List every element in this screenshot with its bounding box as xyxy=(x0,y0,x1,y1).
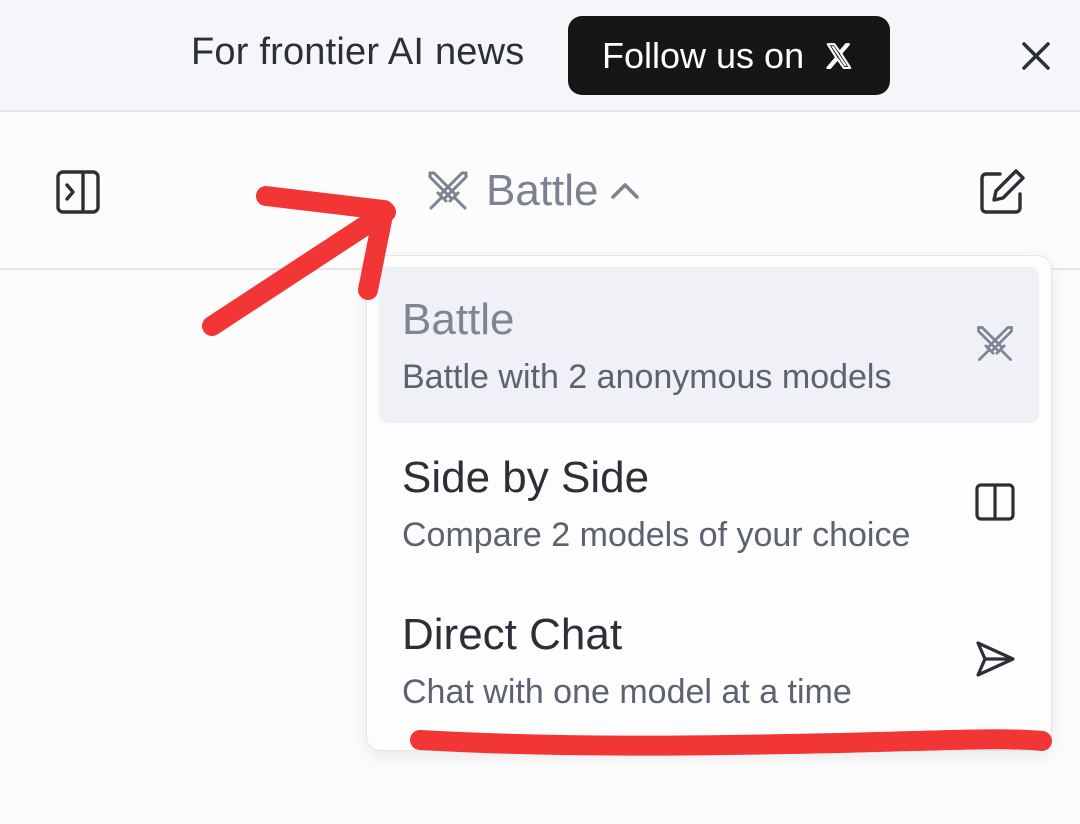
mode-dropdown-menu: Battle Battle with 2 anonymous models Si… xyxy=(366,255,1052,751)
columns-icon xyxy=(975,483,1015,521)
menu-item-title: Side by Side xyxy=(402,453,650,502)
top-header: Battle xyxy=(0,112,1080,270)
banner-text: For frontier AI news xyxy=(191,31,525,73)
app-page: For frontier AI news Follow us on Battle… xyxy=(0,0,1080,824)
menu-item-side-by-side[interactable]: Side by Side Compare 2 models of your ch… xyxy=(379,425,1039,581)
chevron-up-icon xyxy=(610,183,639,199)
menu-item-title: Direct Chat xyxy=(402,610,623,659)
menu-item-description: Chat with one model at a time xyxy=(402,673,852,711)
announcement-banner: For frontier AI news Follow us on xyxy=(0,0,1080,112)
crossed-swords-icon xyxy=(428,171,468,210)
crossed-swords-icon xyxy=(977,326,1013,361)
sidebar-expand-icon[interactable] xyxy=(54,168,102,216)
menu-item-battle[interactable]: Battle Battle with 2 anonymous models xyxy=(379,267,1039,423)
x-logo-icon xyxy=(826,42,852,69)
follow-label: Follow us on xyxy=(602,34,805,76)
mode-label: Battle xyxy=(486,166,599,215)
menu-item-description: Compare 2 models of your choice xyxy=(402,516,911,554)
close-icon[interactable] xyxy=(1016,36,1056,76)
mode-switcher-button[interactable]: Battle xyxy=(424,160,643,222)
menu-item-direct-chat[interactable]: Direct Chat Chat with one model at a tim… xyxy=(379,582,1039,738)
menu-item-title: Battle xyxy=(402,295,515,344)
menu-item-description: Battle with 2 anonymous models xyxy=(402,358,892,396)
follow-on-x-button[interactable]: Follow us on xyxy=(568,16,890,95)
send-icon xyxy=(976,641,1015,677)
edit-icon[interactable] xyxy=(976,166,1028,218)
